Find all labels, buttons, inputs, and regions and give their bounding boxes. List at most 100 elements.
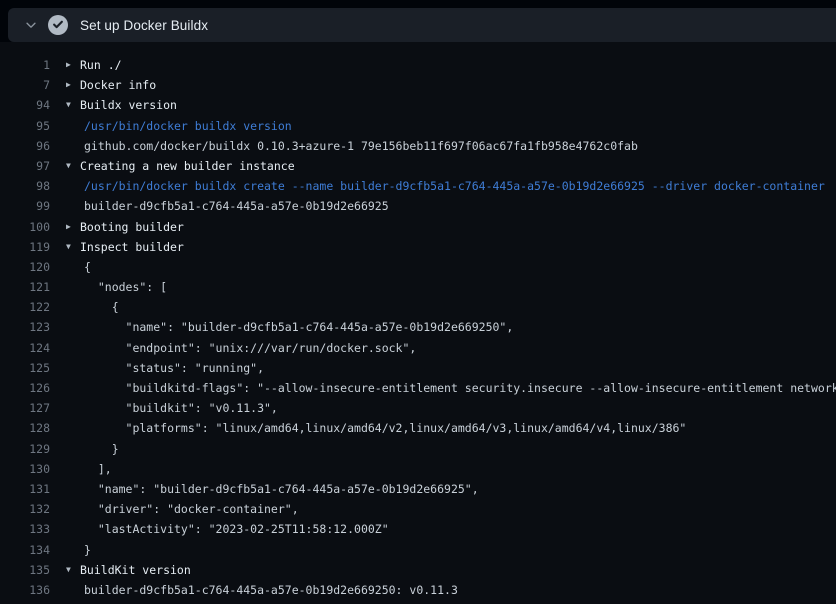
line-number[interactable]: 125: [0, 358, 50, 378]
log-group-header[interactable]: ▶Run ./: [66, 55, 122, 75]
log-line: 127 "buildkit": "v0.11.3",: [0, 398, 836, 418]
log-lines: 1▶Run ./7▶Docker info94▼Buildx version95…: [0, 42, 836, 600]
line-number[interactable]: 134: [0, 540, 50, 560]
log-line: 122 {: [0, 297, 836, 317]
log-line: 128 "platforms": "linux/amd64,linux/amd6…: [0, 418, 836, 438]
line-number[interactable]: 98: [0, 176, 50, 196]
group-collapsed-icon[interactable]: ▶: [66, 217, 80, 237]
line-number[interactable]: 7: [0, 75, 50, 95]
line-number[interactable]: 122: [0, 297, 50, 317]
group-title: Docker info: [80, 75, 156, 95]
group-title: Creating a new builder instance: [80, 156, 295, 176]
log-group-header[interactable]: ▼Creating a new builder instance: [66, 156, 295, 176]
line-number[interactable]: 100: [0, 217, 50, 237]
log-line: 130 ],: [0, 459, 836, 479]
log-group-header[interactable]: ▶Booting builder: [66, 217, 184, 237]
line-number[interactable]: 97: [0, 156, 50, 176]
group-collapsed-icon[interactable]: ▶: [66, 75, 80, 95]
group-collapsed-icon[interactable]: ▶: [66, 55, 80, 75]
command-text: /usr/bin/docker buildx create --name bui…: [84, 176, 825, 196]
line-number[interactable]: 124: [0, 338, 50, 358]
log-line: 136 builder-d9cfb5a1-c764-445a-a57e-0b19d…: [0, 580, 836, 600]
group-title: Booting builder: [80, 217, 184, 237]
line-number[interactable]: 129: [0, 439, 50, 459]
log-group-header[interactable]: ▼Inspect builder: [66, 237, 184, 257]
group-title: Run ./: [80, 55, 122, 75]
log-group-header[interactable]: ▼BuildKit version: [66, 560, 191, 580]
log-line: 98/usr/bin/docker buildx create --name b…: [0, 176, 836, 196]
log-line: 95/usr/bin/docker buildx version: [0, 116, 836, 136]
step-title: Set up Docker Buildx: [80, 18, 208, 33]
log-line: 124 "endpoint": "unix:///var/run/docker.…: [0, 338, 836, 358]
line-number[interactable]: 133: [0, 519, 50, 539]
output-text: "endpoint": "unix:///var/run/docker.sock…: [84, 338, 416, 358]
log-line: 134}: [0, 540, 836, 560]
output-text: builder-d9cfb5a1-c764-445a-a57e-0b19d2e6…: [84, 196, 389, 216]
output-text: "driver": "docker-container",: [84, 499, 299, 519]
group-title: BuildKit version: [80, 560, 191, 580]
output-text: "name": "builder-d9cfb5a1-c764-445a-a57e…: [84, 479, 479, 499]
log-line: 132 "driver": "docker-container",: [0, 499, 836, 519]
log-line: 96 github.com/docker/buildx 0.10.3+azure-…: [0, 136, 836, 156]
line-number[interactable]: 135: [0, 560, 50, 580]
line-number[interactable]: 94: [0, 95, 50, 115]
line-number[interactable]: 99: [0, 196, 50, 216]
step-header[interactable]: Set up Docker Buildx: [8, 8, 836, 42]
output-text: builder-d9cfb5a1-c764-445a-a57e-0b19d2e6…: [84, 580, 458, 600]
log-line: 135 ▼BuildKit version: [0, 560, 836, 580]
line-number[interactable]: 123: [0, 317, 50, 337]
header-strip: Set up Docker Buildx: [0, 0, 836, 42]
line-number[interactable]: 121: [0, 277, 50, 297]
output-text: "lastActivity": "2023-02-25T11:58:12.000…: [84, 519, 389, 539]
output-text: {: [84, 257, 91, 277]
group-expanded-icon[interactable]: ▼: [66, 560, 80, 580]
log-line: 1 ▶Run ./: [0, 55, 836, 75]
line-number[interactable]: 96: [0, 136, 50, 156]
log-line: 131 "name": "builder-d9cfb5a1-c764-445a-…: [0, 479, 836, 499]
output-text: "buildkit": "v0.11.3",: [84, 398, 278, 418]
output-text: "name": "builder-d9cfb5a1-c764-445a-a57e…: [84, 317, 513, 337]
check-circle-icon: [48, 15, 68, 35]
line-number[interactable]: 131: [0, 479, 50, 499]
log-line: 99 builder-d9cfb5a1-c764-445a-a57e-0b19d2…: [0, 196, 836, 216]
output-text: "status": "running",: [84, 358, 264, 378]
log-line: 121 "nodes": [: [0, 277, 836, 297]
line-number[interactable]: 132: [0, 499, 50, 519]
group-title: Inspect builder: [80, 237, 184, 257]
command-text: /usr/bin/docker buildx version: [84, 116, 292, 136]
output-text: ],: [84, 459, 112, 479]
log-line: 7 ▶Docker info: [0, 75, 836, 95]
line-number[interactable]: 119: [0, 237, 50, 257]
output-text: "nodes": [: [84, 277, 167, 297]
group-title: Buildx version: [80, 95, 177, 115]
output-text: github.com/docker/buildx 0.10.3+azure-1 …: [84, 136, 638, 156]
line-number[interactable]: 127: [0, 398, 50, 418]
log-line: 126 "buildkitd-flags": "--allow-insecure…: [0, 378, 836, 398]
log-line: 123 "name": "builder-d9cfb5a1-c764-445a-…: [0, 317, 836, 337]
line-number[interactable]: 1: [0, 55, 50, 75]
output-text: {: [84, 297, 119, 317]
log-line: 97 ▼Creating a new builder instance: [0, 156, 836, 176]
log-line: 94 ▼Buildx version: [0, 95, 836, 115]
log-line: 129 }: [0, 439, 836, 459]
log-group-header[interactable]: ▶Docker info: [66, 75, 156, 95]
line-number[interactable]: 136: [0, 580, 50, 600]
output-text: }: [84, 439, 119, 459]
chevron-down-icon[interactable]: [24, 18, 38, 32]
group-expanded-icon[interactable]: ▼: [66, 156, 80, 176]
line-number[interactable]: 128: [0, 418, 50, 438]
line-number[interactable]: 126: [0, 378, 50, 398]
log-line: 100 ▶Booting builder: [0, 217, 836, 237]
output-text: }: [84, 540, 91, 560]
log-line: 120 {: [0, 257, 836, 277]
group-expanded-icon[interactable]: ▼: [66, 95, 80, 115]
line-number[interactable]: 95: [0, 116, 50, 136]
line-number[interactable]: 120: [0, 257, 50, 277]
line-number[interactable]: 130: [0, 459, 50, 479]
group-expanded-icon[interactable]: ▼: [66, 237, 80, 257]
log-group-header[interactable]: ▼Buildx version: [66, 95, 177, 115]
output-text: "platforms": "linux/amd64,linux/amd64/v2…: [84, 418, 686, 438]
log-line: 119 ▼Inspect builder: [0, 237, 836, 257]
log-line: 133 "lastActivity": "2023-02-25T11:58:12…: [0, 519, 836, 539]
output-text: "buildkitd-flags": "--allow-insecure-ent…: [84, 378, 836, 398]
